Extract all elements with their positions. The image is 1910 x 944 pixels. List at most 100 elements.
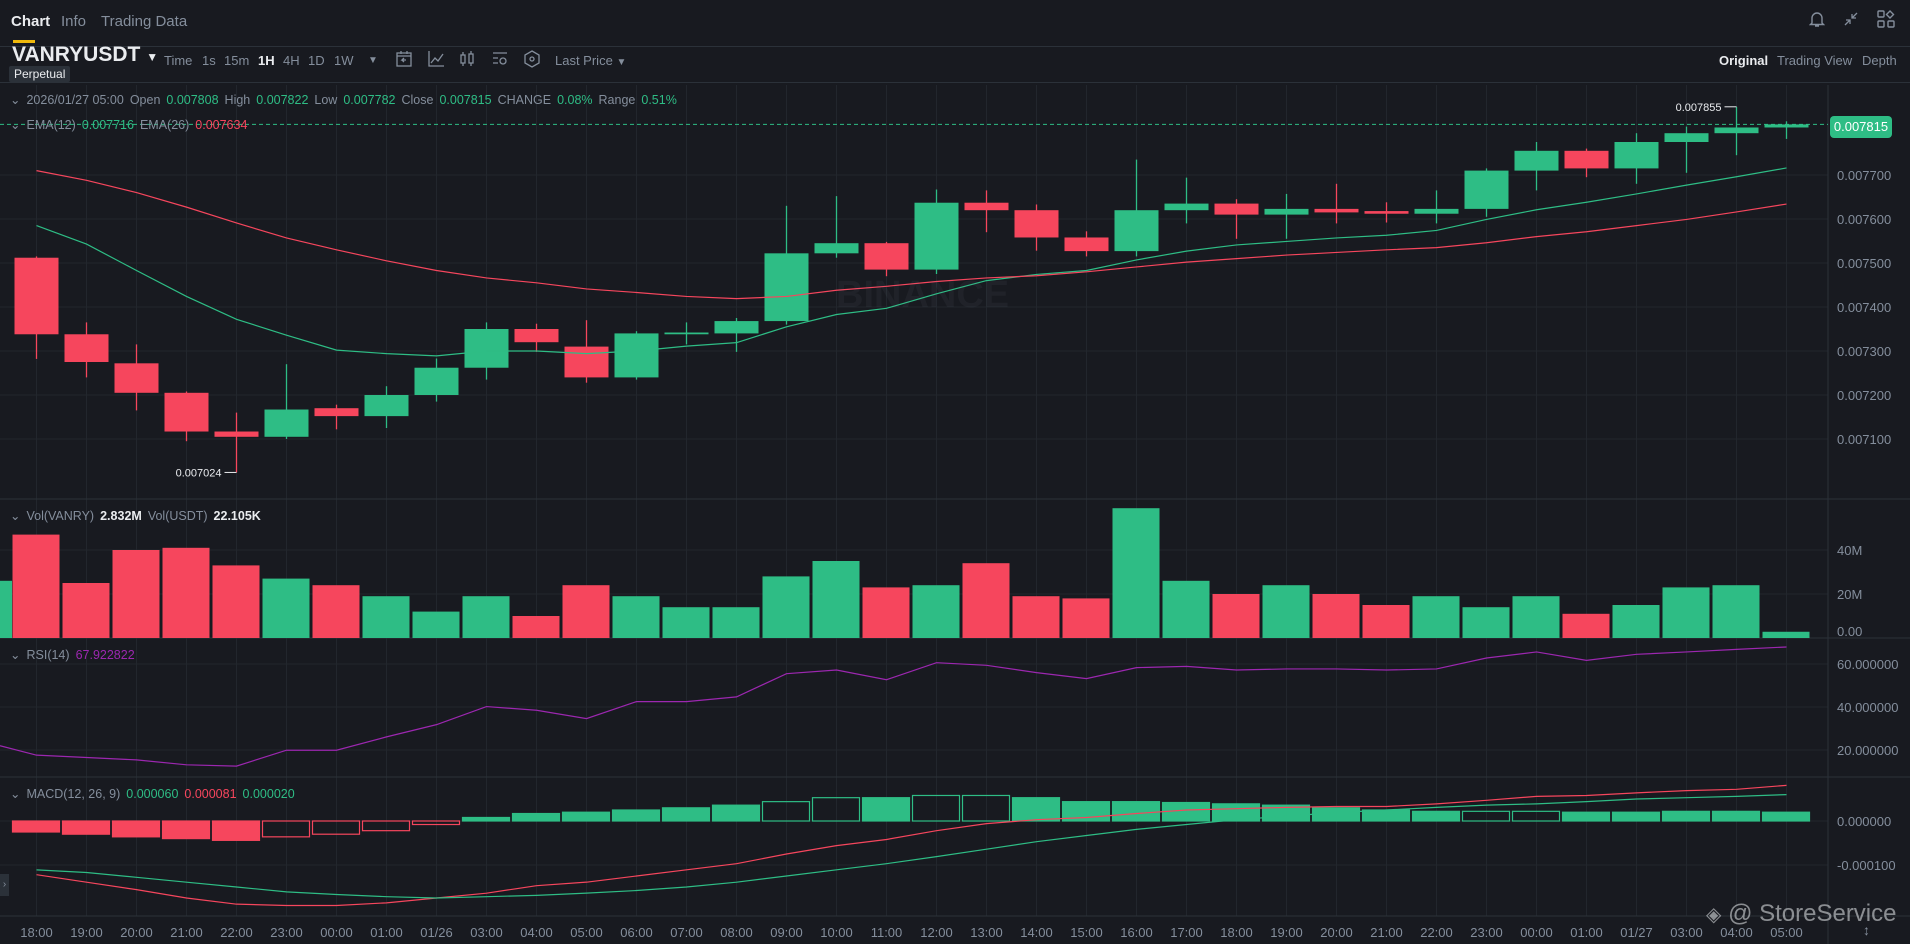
candle: [1014, 204, 1059, 251]
candle-body: [1064, 237, 1109, 252]
macd-histogram-bar: [1711, 810, 1761, 822]
expand-panel-button[interactable]: ›: [0, 874, 9, 896]
collapse-chevron-icon[interactable]: ⌄: [10, 508, 20, 523]
volume-bar: [612, 596, 660, 638]
high-marker-label: 0.007855: [1676, 102, 1722, 114]
macd-histogram-bar: [1361, 809, 1411, 822]
macd-histogram-bar: [711, 804, 761, 822]
volume-legend: ⌄ Vol(VANRY) 2.832M Vol(USDT) 22.105K: [10, 508, 267, 523]
candle: [914, 189, 959, 274]
macd-histogram-bar: [661, 807, 711, 822]
volume-bar: [1062, 598, 1110, 638]
ohlc-legend: ⌄ 2026/01/27 05:00 Open 0.007808 High 0.00782…: [10, 92, 683, 107]
candle: [1414, 190, 1459, 224]
collapse-chevron-icon[interactable]: ⌄: [10, 92, 20, 107]
collapse-chevron-icon[interactable]: ⌄: [10, 117, 20, 132]
price-axis-label: 0.007400: [1837, 300, 1891, 315]
change-label: CHANGE: [497, 93, 552, 107]
candle: [214, 412, 259, 473]
macd-histogram-bar: [861, 797, 911, 822]
candle-body: [1414, 208, 1459, 214]
time-axis-label: 05:00: [570, 925, 603, 940]
ema12-value: 0.007716: [81, 118, 134, 132]
macd-dea-value: 0.000081: [184, 787, 237, 801]
low-marker-label: 0.007024: [176, 467, 222, 479]
price-axis-label: 0.007600: [1837, 212, 1891, 227]
ema26-value: 0.007634: [195, 118, 248, 132]
candle: [1164, 177, 1209, 224]
price-chart[interactable]: 0.007700 0.007600 0.007500 0.007400 0.007300…: [0, 0, 1910, 944]
time-axis-label: 01/27: [1620, 925, 1653, 940]
volume-bar: [112, 550, 160, 638]
candle-body: [464, 329, 509, 368]
candle-body: [564, 346, 609, 378]
change-value: 0.08%: [557, 93, 593, 107]
candle-body: [164, 392, 209, 432]
candle-body: [1214, 203, 1259, 215]
candle-body: [1364, 211, 1409, 214]
vol-base-value: 2.832M: [100, 509, 142, 523]
candle: [1064, 231, 1109, 257]
time-axis-label: 20:00: [1320, 925, 1353, 940]
volume-bar: [1412, 596, 1460, 638]
time-axis-label: 20:00: [120, 925, 153, 940]
time-axis-label: 21:00: [1370, 925, 1403, 940]
axis-scale-icon[interactable]: ↕: [1863, 922, 1870, 938]
price-axis-label: 0.007200: [1837, 388, 1891, 403]
time-axis-label: 21:00: [170, 925, 203, 940]
low-label: Low: [314, 93, 338, 107]
binance-logo-icon: ◈: [1706, 904, 1722, 926]
candle: [14, 256, 59, 359]
macd-histogram-bar: [1411, 810, 1461, 822]
volume-bar: [912, 585, 960, 638]
time-axis-label: 09:00: [770, 925, 803, 940]
range-label: Range: [598, 93, 636, 107]
rsi-axis-label: 60.000000: [1837, 657, 1898, 672]
candle: [64, 322, 109, 378]
time-axis-label: 10:00: [820, 925, 853, 940]
collapse-chevron-icon[interactable]: ⌄: [10, 647, 20, 662]
time-axis-label: 00:00: [1520, 925, 1553, 940]
ema-legend: ⌄ EMA(12) 0.007716 EMA(26) 0.007634: [10, 117, 253, 132]
volume-bar: [362, 596, 410, 638]
rsi-axis-label: 20.000000: [1837, 743, 1898, 758]
volume-bar: [0, 580, 12, 638]
macd-axis-label: 0.000000: [1837, 814, 1891, 829]
candle-body: [314, 408, 359, 417]
volume-bar: [1112, 508, 1160, 638]
candle-body: [64, 334, 109, 362]
macd-histogram-bar: [611, 809, 661, 822]
volume-bar: [1562, 613, 1610, 638]
candle: [1664, 126, 1709, 173]
candle-body: [964, 202, 1009, 211]
candle: [114, 344, 159, 411]
time-axis-label: 04:00: [520, 925, 553, 940]
candle-body: [1264, 208, 1309, 215]
time-axis-label: 18:00: [1220, 925, 1253, 940]
candle: [264, 364, 309, 439]
high-value: 0.007822: [256, 93, 309, 107]
price-axis-label: 0.007100: [1837, 432, 1891, 447]
volume-bar: [962, 563, 1010, 638]
candle-body: [1014, 210, 1059, 238]
volume-bar: [62, 583, 110, 638]
macd-dea-line: [36, 784, 1787, 907]
macd-histogram-bar: [511, 812, 561, 822]
collapse-chevron-icon[interactable]: ⌄: [10, 786, 20, 801]
candle-body: [1314, 208, 1359, 213]
macd-histogram-bar: [111, 820, 161, 838]
volume-bar: [1762, 631, 1810, 638]
candle: [164, 391, 209, 442]
ema12-label: EMA(12): [26, 118, 76, 132]
volume-bar: [1462, 607, 1510, 638]
price-axis-label: 0.007500: [1837, 256, 1891, 271]
macd-legend: ⌄ MACD(12, 26, 9) 0.000060 0.000081 0.000020: [10, 786, 301, 801]
footer-watermark-text: @ StoreService: [1728, 900, 1897, 927]
time-axis-label: 14:00: [1020, 925, 1053, 940]
time-axis-label: 22:00: [220, 925, 253, 940]
time-axis-label: 22:00: [1420, 925, 1453, 940]
volume-bar: [412, 611, 460, 638]
candle-body: [1514, 150, 1559, 171]
candle: [814, 196, 859, 258]
time-axis-label: 00:00: [320, 925, 353, 940]
